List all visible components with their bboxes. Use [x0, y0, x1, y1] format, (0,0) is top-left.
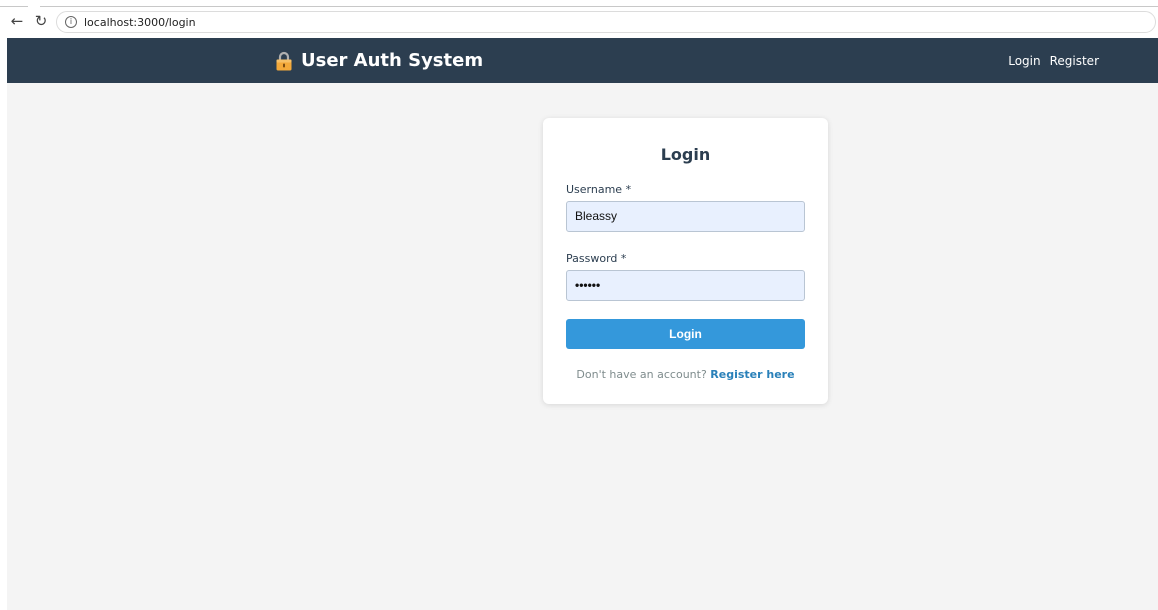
info-icon[interactable]: i: [65, 16, 77, 28]
nav-links: Login Register: [1008, 54, 1099, 68]
lock-icon: [276, 51, 292, 71]
register-here-link[interactable]: Register here: [710, 368, 794, 381]
browser-toolbar: ← ↻ i localhost:3000/login: [0, 0, 1158, 38]
url-text[interactable]: localhost:3000/login: [84, 16, 196, 29]
tab-divider: [0, 6, 28, 7]
register-prompt: Don't have an account? Register here: [543, 368, 828, 381]
nav-register-link[interactable]: Register: [1050, 54, 1099, 68]
address-bar[interactable]: i localhost:3000/login: [56, 11, 1156, 33]
back-arrow-icon[interactable]: ←: [8, 12, 26, 30]
brand-link[interactable]: User Auth System: [275, 50, 483, 72]
nav-login-link[interactable]: Login: [1008, 54, 1040, 68]
tab-strip: [0, 0, 1158, 7]
brand-title: User Auth System: [301, 50, 484, 71]
username-label: Username *: [566, 183, 632, 196]
password-label: Password *: [566, 252, 627, 265]
page-viewport: User Auth System Login Register Login Us…: [7, 38, 1158, 610]
login-title: Login: [660, 145, 711, 164]
tab-divider: [40, 6, 1158, 7]
login-card: Login Username * Bleassy Password * ••••…: [543, 118, 828, 404]
password-input[interactable]: ••••••: [566, 270, 805, 301]
navbar: User Auth System Login Register: [7, 38, 1158, 83]
register-prompt-text: Don't have an account?: [576, 368, 707, 381]
login-button[interactable]: Login: [566, 319, 805, 349]
reload-icon[interactable]: ↻: [32, 12, 50, 30]
username-input[interactable]: Bleassy: [566, 201, 805, 232]
